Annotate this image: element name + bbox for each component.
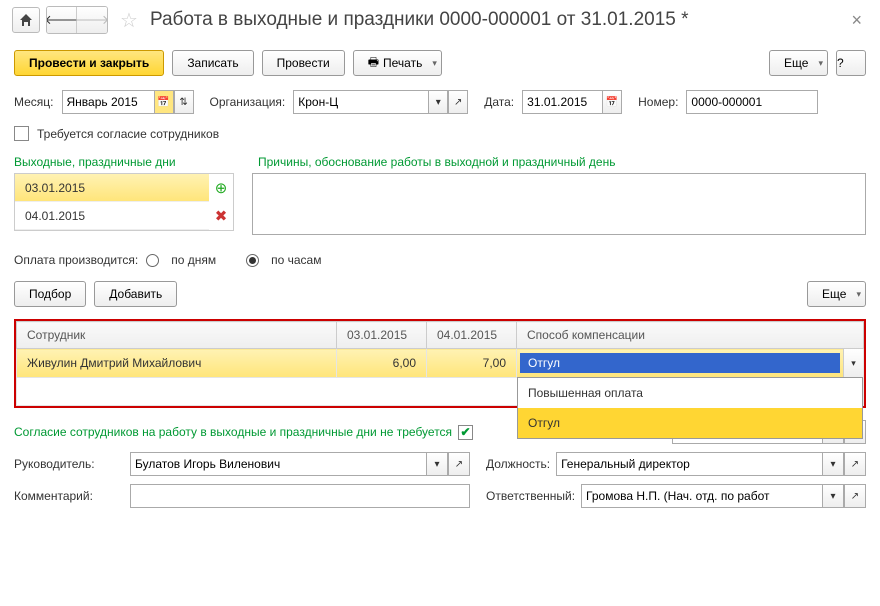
col-date2[interactable]: 04.01.2015 [427, 322, 517, 349]
by-hours-radio[interactable] [246, 254, 259, 267]
comment-label: Комментарий: [14, 489, 124, 503]
consent-status-checkbox[interactable]: ✔ [458, 425, 473, 440]
table-more-button[interactable]: Еще [807, 281, 866, 307]
consent-required-checkbox[interactable] [14, 126, 29, 141]
month-input[interactable] [62, 90, 154, 114]
org-input[interactable] [293, 90, 428, 114]
open-icon[interactable]: ↗ [844, 484, 866, 508]
save-button[interactable]: Записать [172, 50, 253, 76]
date-input[interactable] [522, 90, 602, 114]
table-row[interactable]: Живулин Дмитрий Михайлович 6,00 7,00 Отг… [17, 349, 864, 378]
position-input[interactable] [556, 452, 822, 476]
org-open-icon[interactable]: ↗ [448, 90, 468, 114]
more-button[interactable]: Еще [769, 50, 828, 76]
compensation-value: Отгул [520, 353, 840, 373]
manager-label: Руководитель: [14, 457, 124, 471]
open-icon[interactable]: ↗ [844, 452, 866, 476]
col-employee[interactable]: Сотрудник [17, 322, 337, 349]
home-button[interactable] [12, 7, 40, 33]
employee-table: Сотрудник 03.01.2015 04.01.2015 Способ к… [16, 321, 864, 406]
help-button[interactable]: ? [836, 50, 866, 76]
printer-icon: 🖶 [368, 53, 379, 74]
compensation-option[interactable]: Повышенная оплата [518, 378, 862, 408]
check-icon: ✔ [461, 425, 471, 439]
by-days-radio[interactable] [146, 254, 159, 267]
employee-cell[interactable]: Живулин Дмитрий Михайлович [17, 349, 337, 378]
responsible-label: Ответственный: [486, 489, 575, 503]
dropdown-icon[interactable]: ▾ [426, 452, 448, 476]
add-button[interactable]: Добавить [94, 281, 177, 307]
add-date-icon[interactable]: ⊕ [209, 174, 233, 202]
consent-status-text: Согласие сотрудников на работу в выходны… [14, 425, 452, 439]
position-label: Должность: [486, 457, 550, 471]
month-spin-icon[interactable]: ⇅ [174, 90, 194, 114]
hours-cell-1[interactable]: 6,00 [337, 349, 427, 378]
date-label: Дата: [484, 95, 514, 109]
date-item[interactable]: 04.01.2015 [15, 202, 209, 230]
dropdown-icon[interactable]: ▾ [822, 484, 844, 508]
compensation-option[interactable]: Отгул [518, 408, 862, 438]
post-and-close-button[interactable]: Провести и закрыть [14, 50, 164, 76]
reasons-section-label: Причины, обоснование работы в выходной и… [258, 155, 615, 169]
by-days-label: по дням [171, 253, 216, 267]
open-icon[interactable]: ↗ [448, 452, 470, 476]
col-compensation[interactable]: Способ компенсации [517, 322, 864, 349]
comment-input[interactable] [130, 484, 470, 508]
remove-date-icon[interactable]: ✖ [209, 202, 233, 230]
manager-input[interactable] [130, 452, 426, 476]
calendar-icon[interactable]: 📅 [602, 90, 622, 114]
pick-button[interactable]: Подбор [14, 281, 86, 307]
date-item[interactable]: 03.01.2015 [15, 174, 209, 202]
close-icon[interactable]: × [845, 10, 868, 31]
back-button[interactable]: 🡐 [47, 7, 77, 33]
compensation-dropdown-icon[interactable]: ▾ [843, 349, 863, 377]
compensation-dropdown: Повышенная оплата Отгул [517, 377, 863, 439]
org-dropdown-icon[interactable]: ▾ [428, 90, 448, 114]
number-label: Номер: [638, 95, 678, 109]
print-button[interactable]: 🖶Печать [353, 50, 442, 76]
number-input[interactable] [686, 90, 818, 114]
forward-button[interactable]: 🡒 [77, 7, 107, 33]
consent-required-label: Требуется согласие сотрудников [37, 127, 219, 141]
col-date1[interactable]: 03.01.2015 [337, 322, 427, 349]
responsible-input[interactable] [581, 484, 822, 508]
favorite-star-icon[interactable]: ☆ [120, 8, 138, 33]
payment-label: Оплата производится: [14, 253, 138, 267]
dropdown-icon[interactable]: ▾ [822, 452, 844, 476]
page-title: Работа в выходные и праздники 0000-00000… [150, 9, 840, 31]
hours-cell-2[interactable]: 7,00 [427, 349, 517, 378]
month-picker-icon[interactable]: 📅 [154, 90, 174, 114]
holiday-dates-list: 03.01.2015 ⊕ 04.01.2015 ✖ [14, 173, 234, 231]
post-button[interactable]: Провести [262, 50, 345, 76]
compensation-cell[interactable]: Отгул ▾ Повышенная оплата Отгул [517, 349, 864, 378]
by-hours-label: по часам [271, 253, 321, 267]
holidays-section-label: Выходные, праздничные дни [14, 155, 250, 169]
month-label: Месяц: [14, 95, 54, 109]
org-label: Организация: [210, 95, 286, 109]
reason-textarea[interactable] [252, 173, 866, 235]
